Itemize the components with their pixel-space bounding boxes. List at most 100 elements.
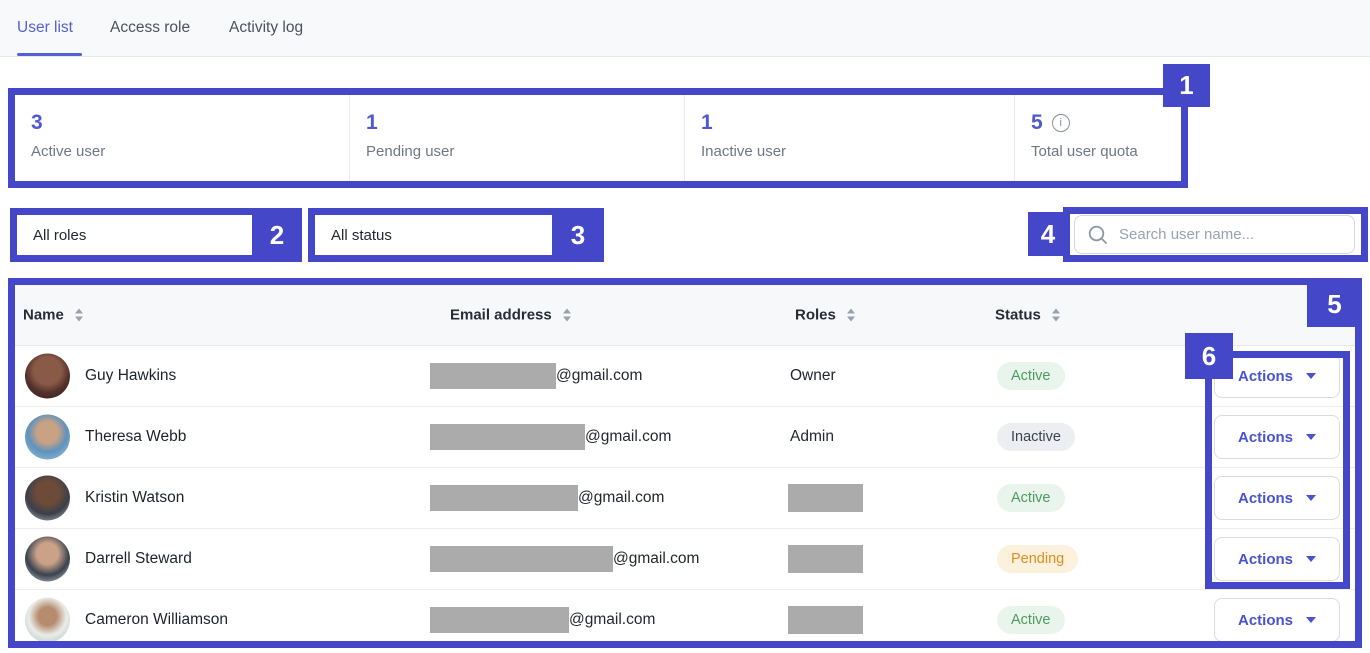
- sort-icon[interactable]: [847, 309, 855, 322]
- chevron-down-icon: [1306, 617, 1316, 623]
- tab-activity-log[interactable]: Activity log: [229, 0, 303, 56]
- roles-filter-annotation-box: All roles: [10, 208, 302, 262]
- stat-label: Pending user: [366, 143, 684, 160]
- stat-value: 3: [31, 111, 349, 135]
- email-redacted: [430, 546, 613, 572]
- role-redacted: [788, 606, 863, 634]
- user-name: Theresa Webb: [85, 428, 186, 446]
- status-badge: Active: [997, 484, 1065, 512]
- actions-button[interactable]: Actions: [1214, 598, 1340, 642]
- user-role: Owner: [790, 367, 836, 385]
- actions-label: Actions: [1238, 612, 1293, 629]
- email-suffix: @gmail.com: [578, 489, 664, 507]
- tab-user-list[interactable]: User list: [17, 0, 73, 56]
- user-name: Darrell Steward: [85, 550, 192, 568]
- status-badge: Active: [997, 606, 1065, 634]
- sort-icon[interactable]: [75, 309, 83, 322]
- stat-value: 1: [366, 111, 684, 135]
- tab-bar: User list Access role Activity log: [0, 0, 1370, 57]
- avatar: [25, 476, 70, 521]
- search-box[interactable]: [1074, 215, 1355, 254]
- user-management-screen: User list Access role Activity log 3 Act…: [0, 0, 1370, 653]
- avatar: [25, 537, 70, 582]
- chevron-down-icon: [1306, 495, 1316, 501]
- stat-label: Inactive user: [701, 143, 1014, 160]
- status-badge: Pending: [997, 545, 1078, 573]
- status-badge: Active: [997, 362, 1065, 390]
- user-email: @gmail.com: [430, 424, 671, 450]
- column-header-roles: Roles: [795, 307, 855, 324]
- table-header-row: Name Email address Roles Status: [15, 285, 1355, 346]
- stat-card-inactive-user: 1 Inactive user: [685, 95, 1015, 181]
- actions-button[interactable]: Actions: [1214, 354, 1340, 398]
- column-header-label: Status: [995, 307, 1041, 324]
- table-row: Cameron Williamson @gmail.com Active Act…: [15, 590, 1355, 643]
- actions-label: Actions: [1238, 551, 1293, 568]
- column-header-label: Name: [23, 307, 64, 324]
- stat-label: Active user: [31, 143, 349, 160]
- status-dropdown[interactable]: All status: [315, 227, 597, 244]
- email-redacted: [430, 485, 578, 511]
- actions-label: Actions: [1238, 490, 1293, 507]
- email-redacted: [430, 424, 585, 450]
- actions-button[interactable]: Actions: [1214, 415, 1340, 459]
- column-header-label: Email address: [450, 307, 552, 324]
- user-table: Name Email address Roles Status Guy Hawk…: [15, 285, 1355, 643]
- sort-icon[interactable]: [1052, 309, 1060, 322]
- email-suffix: @gmail.com: [613, 550, 699, 568]
- stat-value: 1: [701, 111, 1014, 135]
- search-icon: [1087, 224, 1109, 246]
- active-tab-underline: [17, 53, 82, 56]
- column-header-name: Name: [23, 307, 83, 324]
- stat-card-active-user: 3 Active user: [15, 95, 350, 181]
- annotation-badge-4: 4: [1028, 212, 1068, 256]
- stats-panel: 3 Active user 1 Pending user 1 Inactive …: [15, 95, 1181, 181]
- avatar: [25, 598, 70, 643]
- table-row: Kristin Watson @gmail.com Active Actions: [15, 468, 1355, 529]
- email-suffix: @gmail.com: [556, 367, 642, 385]
- user-role: Admin: [790, 428, 834, 446]
- user-email: @gmail.com: [430, 607, 655, 633]
- email-suffix: @gmail.com: [569, 611, 655, 629]
- role-redacted: [788, 545, 863, 573]
- stat-value: 5 i: [1031, 111, 1181, 135]
- stat-value-number: 5: [1031, 111, 1043, 135]
- email-suffix: @gmail.com: [585, 428, 671, 446]
- stat-card-pending-user: 1 Pending user: [350, 95, 685, 181]
- avatar: [25, 415, 70, 460]
- table-row: Theresa Webb @gmail.com Admin Inactive A…: [15, 407, 1355, 468]
- search-annotation-box: [1063, 207, 1368, 262]
- actions-button[interactable]: Actions: [1214, 476, 1340, 520]
- user-email: @gmail.com: [430, 363, 642, 389]
- user-email: @gmail.com: [430, 546, 699, 572]
- status-cell: Active: [997, 606, 1065, 634]
- user-name: Guy Hawkins: [85, 367, 176, 385]
- tab-access-role[interactable]: Access role: [110, 0, 190, 56]
- chevron-down-icon: [1306, 556, 1316, 562]
- actions-label: Actions: [1238, 429, 1293, 446]
- status-cell: Active: [997, 484, 1065, 512]
- status-cell: Inactive: [997, 423, 1075, 451]
- column-header-label: Roles: [795, 307, 836, 324]
- sort-icon[interactable]: [563, 309, 571, 322]
- column-header-email: Email address: [450, 307, 571, 324]
- role-redacted: [788, 484, 863, 512]
- table-row: Darrell Steward @gmail.com Pending Actio…: [15, 529, 1355, 590]
- user-name: Cameron Williamson: [85, 611, 228, 629]
- column-header-status: Status: [995, 307, 1060, 324]
- actions-label: Actions: [1238, 368, 1293, 385]
- roles-dropdown[interactable]: All roles: [17, 227, 295, 244]
- stat-label: Total user quota: [1031, 143, 1181, 160]
- status-filter-annotation-box: All status: [308, 208, 604, 262]
- status-cell: Pending: [997, 545, 1078, 573]
- chevron-down-icon: [1306, 373, 1316, 379]
- email-redacted: [430, 363, 556, 389]
- avatar: [25, 354, 70, 399]
- stat-card-total-user-quota: 5 i Total user quota: [1015, 95, 1181, 181]
- info-icon[interactable]: i: [1052, 114, 1070, 132]
- status-badge: Inactive: [997, 423, 1075, 451]
- table-row: Guy Hawkins @gmail.com Owner Active Acti…: [15, 346, 1355, 407]
- search-input[interactable]: [1119, 226, 1342, 243]
- actions-button[interactable]: Actions: [1214, 537, 1340, 581]
- email-redacted: [430, 607, 569, 633]
